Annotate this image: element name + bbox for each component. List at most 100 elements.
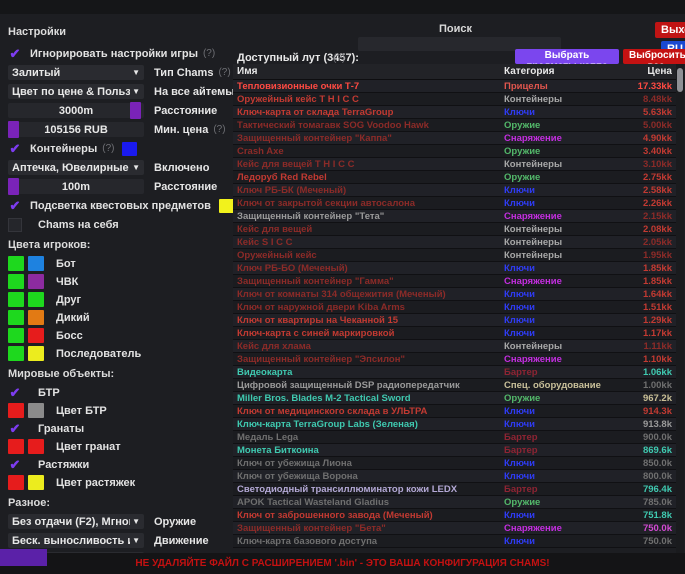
visible-color-swatch[interactable] xyxy=(8,346,24,361)
table-row[interactable]: Светодиодный трансиллюминатор кожи LEDXБ… xyxy=(233,483,676,496)
footer-bar: НЕ УДАЛЯЙТЕ ФАЙЛ С РАСШИРЕНИЕМ '.bin' - … xyxy=(0,553,685,574)
slider-handle[interactable] xyxy=(130,102,141,119)
slider-handle[interactable] xyxy=(8,178,19,195)
min-price-slider[interactable]: 105156 RUB xyxy=(8,122,144,137)
containers-color-swatch[interactable] xyxy=(122,142,137,156)
table-row[interactable]: Ключ-карта от склада TerraGroupКлючи5.63… xyxy=(233,106,676,119)
table-row[interactable]: Ледоруб Red RebelОружие2.75kk xyxy=(233,171,676,184)
table-row[interactable]: Защищенный контейнер "Эпсилон"Снаряжение… xyxy=(233,353,676,366)
container-distance-slider[interactable]: 100m xyxy=(8,179,144,194)
table-row[interactable]: Кейс для вещей Т Н I С СКонтейнеры3.10kk xyxy=(233,158,676,171)
table-row[interactable]: Цифровой защищенный DSP радиопередатчикС… xyxy=(233,379,676,392)
table-scrollbar[interactable] xyxy=(676,64,684,553)
help-hint[interactable]: (?) xyxy=(102,143,114,154)
table-row[interactable]: Ключ от комнаты 314 общежития (Меченый)К… xyxy=(233,288,676,301)
invisible-color-swatch[interactable] xyxy=(28,274,44,289)
table-row[interactable]: Ключ от квартиры на Чеканной 15Ключи1.29… xyxy=(233,314,676,327)
invisible-color-swatch[interactable] xyxy=(28,328,44,343)
world-objects-list: ✔БТРЦвет БТР✔ГранатыЦвет гранат✔Растяжки… xyxy=(8,385,233,490)
table-row[interactable]: Монета БиткоинаБартер869.6k xyxy=(233,444,676,457)
checkbox-checked-icon[interactable]: ✔ xyxy=(8,47,22,61)
table-row[interactable]: Защищенный контейнер "Тета"Снаряжение2.1… xyxy=(233,210,676,223)
table-row[interactable]: ВидеокартаБартер1.06kk xyxy=(233,366,676,379)
invisible-color-swatch[interactable] xyxy=(28,256,44,271)
color-swatch[interactable] xyxy=(8,439,24,454)
help-hint[interactable]: (?) xyxy=(218,67,230,78)
checkbox-checked-icon[interactable]: ✔ xyxy=(8,386,22,400)
scrollbar-thumb[interactable] xyxy=(677,68,683,92)
table-row[interactable]: Тепловизионные очки Т-7Прицелы17.33kk xyxy=(233,80,676,93)
visible-color-swatch[interactable] xyxy=(8,310,24,325)
item-price: 800.0k xyxy=(614,471,676,482)
table-row[interactable]: Ключ от убежища ЛионаКлючи850.0k xyxy=(233,457,676,470)
table-row[interactable]: Тактический томагавк SOG Voodoo HawkОруж… xyxy=(233,119,676,132)
visible-color-swatch[interactable] xyxy=(8,274,24,289)
distance-slider[interactable]: 3000m xyxy=(8,103,144,118)
visible-color-swatch[interactable] xyxy=(8,292,24,307)
checkbox-checked-icon[interactable]: ✔ xyxy=(8,458,22,472)
misc-dropdown[interactable]: Беск. выносливость и нет уста▼ xyxy=(8,533,144,548)
column-header-category[interactable]: Категория xyxy=(504,66,614,77)
color-swatch[interactable] xyxy=(28,475,44,490)
color-swatch[interactable] xyxy=(8,403,24,418)
player-type-label: Босс xyxy=(56,330,83,342)
table-row[interactable]: Оружейный кейсКонтейнеры1.95kk xyxy=(233,249,676,262)
quest-color-swatch[interactable] xyxy=(219,199,234,213)
table-row[interactable]: Ключ-карта с синей маркировкойКлючи1.17k… xyxy=(233,327,676,340)
invisible-color-swatch[interactable] xyxy=(28,292,44,307)
category-filter-dropdown[interactable]: Аптечка, Ювелирные и... ▼ xyxy=(8,160,144,175)
help-hint[interactable]: (?) xyxy=(203,48,215,59)
slider-handle[interactable] xyxy=(8,121,19,138)
discard-all-button[interactable]: Выбросить все xyxy=(623,49,685,64)
table-row[interactable]: Медаль LegaБартер900.0k xyxy=(233,431,676,444)
checkbox-unchecked-icon[interactable] xyxy=(8,218,22,232)
checkbox-checked-icon[interactable]: ✔ xyxy=(8,199,22,213)
help-hint[interactable]: (?) xyxy=(333,53,345,64)
color-swatch[interactable] xyxy=(8,475,24,490)
checkbox-checked-icon[interactable]: ✔ xyxy=(8,142,22,156)
visible-color-swatch[interactable] xyxy=(8,256,24,271)
table-row[interactable]: Кейс S I C CКонтейнеры2.05kk xyxy=(233,236,676,249)
table-row[interactable]: Защищенный контейнер "Каппа"Снаряжение4.… xyxy=(233,132,676,145)
table-row[interactable]: Ключ РБ-БО (Меченый)Ключи1.85kk xyxy=(233,262,676,275)
item-category: Оружие xyxy=(504,393,614,404)
exit-button[interactable]: Выход xyxy=(655,22,685,38)
table-row[interactable]: Crash AxeОружие3.40kk xyxy=(233,145,676,158)
table-row[interactable]: Кейс для вещейКонтейнеры2.08kk xyxy=(233,223,676,236)
misc-dropdown[interactable]: Без отдачи (F2), Мгновенное п▼ xyxy=(8,514,144,529)
invisible-color-swatch[interactable] xyxy=(28,346,44,361)
table-row[interactable]: Оружейный кейс Т Н I С СКонтейнеры8.48kk xyxy=(233,93,676,106)
select-kappa-items-button[interactable]: Выбрать предметы каппа xyxy=(515,49,619,64)
color-swatch[interactable] xyxy=(28,439,44,454)
table-row[interactable]: Ключ от убежища ВоронаКлючи800.0k xyxy=(233,470,676,483)
table-row[interactable]: Ключ от заброшенного завода (Меченый)Клю… xyxy=(233,509,676,522)
item-name: Кейс S I C C xyxy=(233,237,504,248)
table-row[interactable]: Ключ РБ-БК (Меченый)Ключи2.58kk xyxy=(233,184,676,197)
help-hint[interactable]: (?) xyxy=(213,124,225,135)
table-row[interactable]: Защищенный контейнер "Бета"Снаряжение750… xyxy=(233,522,676,535)
column-header-name[interactable]: Имя xyxy=(233,66,504,77)
item-category: Ключи xyxy=(504,471,614,482)
distance-value: 3000m xyxy=(59,105,93,117)
table-row[interactable]: Ключ от наружной двери Kiba ArmsКлючи1.5… xyxy=(233,301,676,314)
color-mode-dropdown[interactable]: Цвет по цене & Пользователь ▼ xyxy=(8,84,144,99)
column-header-price[interactable]: Цена xyxy=(614,66,676,77)
misc-dropdown-label: Оружие xyxy=(154,516,196,528)
item-price: 2.58kk xyxy=(614,185,676,196)
invisible-color-swatch[interactable] xyxy=(28,310,44,325)
visible-color-swatch[interactable] xyxy=(8,328,24,343)
table-row[interactable]: Ключ-карта TerraGroup Labs (Зеленая)Ключ… xyxy=(233,418,676,431)
item-category: Снаряжение xyxy=(504,354,614,365)
item-category: Ключи xyxy=(504,185,614,196)
table-row[interactable]: Кейс для хламаКонтейнеры1.11kk xyxy=(233,340,676,353)
table-row[interactable]: Ключ от закрытой секции автосалонаКлючи2… xyxy=(233,197,676,210)
table-row[interactable]: Защищенный контейнер "Гамма"Снаряжение1.… xyxy=(233,275,676,288)
item-price: 1.11kk xyxy=(614,341,676,352)
checkbox-checked-icon[interactable]: ✔ xyxy=(8,422,22,436)
color-swatch[interactable] xyxy=(28,403,44,418)
table-row[interactable]: Ключ-карта базового доступаКлючи750.0k xyxy=(233,535,676,548)
chams-type-dropdown[interactable]: Залитый ▼ xyxy=(8,65,144,80)
table-row[interactable]: Ключ от медицинского склада в УЛЬТРАКлюч… xyxy=(233,405,676,418)
table-row[interactable]: APOK Tactical Wasteland GladiusОружие785… xyxy=(233,496,676,509)
table-row[interactable]: Miller Bros. Blades M-2 Tactical SwordОр… xyxy=(233,392,676,405)
